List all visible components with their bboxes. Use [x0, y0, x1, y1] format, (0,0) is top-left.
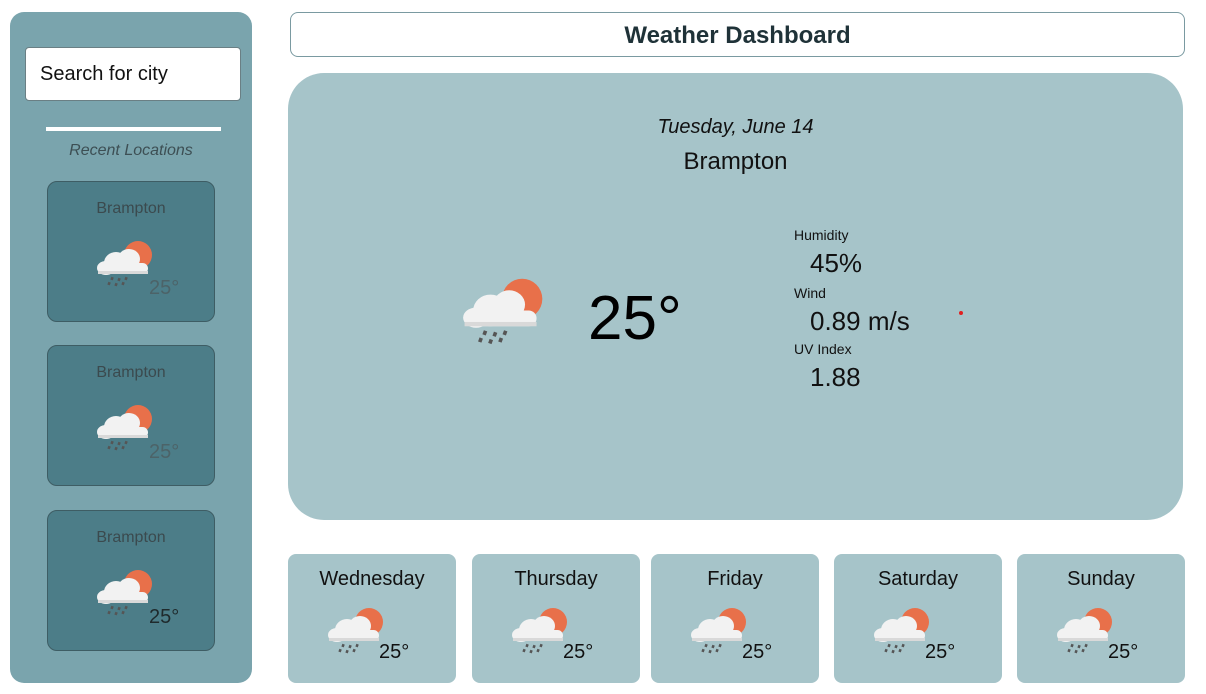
- recent-location-city: Brampton: [96, 200, 166, 217]
- recent-location-city: Brampton: [96, 364, 166, 381]
- cloud-rain-sun-icon: [93, 566, 155, 616]
- cloud-rain-sun-icon: [508, 604, 570, 654]
- current-city: Brampton: [683, 148, 788, 175]
- cloud-rain-sun-icon: [870, 604, 932, 654]
- cloud-rain-sun-icon: [456, 273, 548, 345]
- forecast-day: Wednesday: [319, 568, 425, 590]
- wind-value: 0.89 m/s: [810, 306, 910, 336]
- forecast-day: Friday: [707, 568, 763, 590]
- current-temp: 25°: [588, 284, 682, 353]
- forecast-day: Saturday: [877, 568, 959, 590]
- cloud-rain-sun-icon: [324, 604, 386, 654]
- forecast-card: Saturday 25°: [834, 554, 1002, 683]
- uv-index-value: 1.88: [810, 362, 861, 392]
- forecast-card: Friday 25°: [651, 554, 819, 683]
- forecast-card: Thursday 25°: [472, 554, 640, 683]
- recent-location-temp: 25°: [149, 277, 180, 299]
- forecast-card: Sunday 25°: [1017, 554, 1185, 683]
- forecast-card: Wednesday 25°: [288, 554, 456, 683]
- forecast-day: Sunday: [1067, 568, 1135, 590]
- cloud-rain-sun-icon: [687, 604, 749, 654]
- divider: [46, 127, 221, 131]
- wind-label: Wind: [794, 285, 826, 301]
- uv-index-label: UV Index: [794, 341, 852, 357]
- forecast-temp: 25°: [1108, 641, 1139, 663]
- sidebar: Recent Locations Brampton 25° Brampton 2…: [10, 12, 252, 683]
- recent-location-card[interactable]: Brampton 25°: [47, 345, 215, 486]
- forecast-temp: 25°: [563, 641, 594, 663]
- humidity-label: Humidity: [794, 227, 849, 243]
- cloud-rain-sun-icon: [1053, 604, 1115, 654]
- recent-location-card[interactable]: Brampton 25°: [47, 510, 215, 651]
- recent-location-temp: 25°: [149, 441, 180, 463]
- forecast-day: Thursday: [514, 568, 598, 590]
- recent-location-city: Brampton: [96, 529, 166, 546]
- cloud-rain-sun-icon: [93, 401, 155, 451]
- recent-locations-title: Recent Locations: [69, 142, 193, 159]
- humidity-value: 45%: [810, 248, 863, 278]
- page-title: Weather Dashboard: [290, 12, 1185, 57]
- forecast-temp: 25°: [379, 641, 410, 663]
- search-input[interactable]: [25, 47, 241, 101]
- forecast-temp: 25°: [742, 641, 773, 663]
- cloud-rain-sun-icon: [93, 237, 155, 287]
- current-date: Tuesday, June 14: [657, 116, 814, 138]
- recent-location-card[interactable]: Brampton 25°: [47, 181, 215, 322]
- recent-location-temp: 25°: [149, 606, 180, 628]
- red-dot: [959, 311, 963, 315]
- forecast-temp: 25°: [925, 641, 956, 663]
- current-weather-panel: Tuesday, June 14 Brampton 25° Humidity 4…: [288, 73, 1183, 520]
